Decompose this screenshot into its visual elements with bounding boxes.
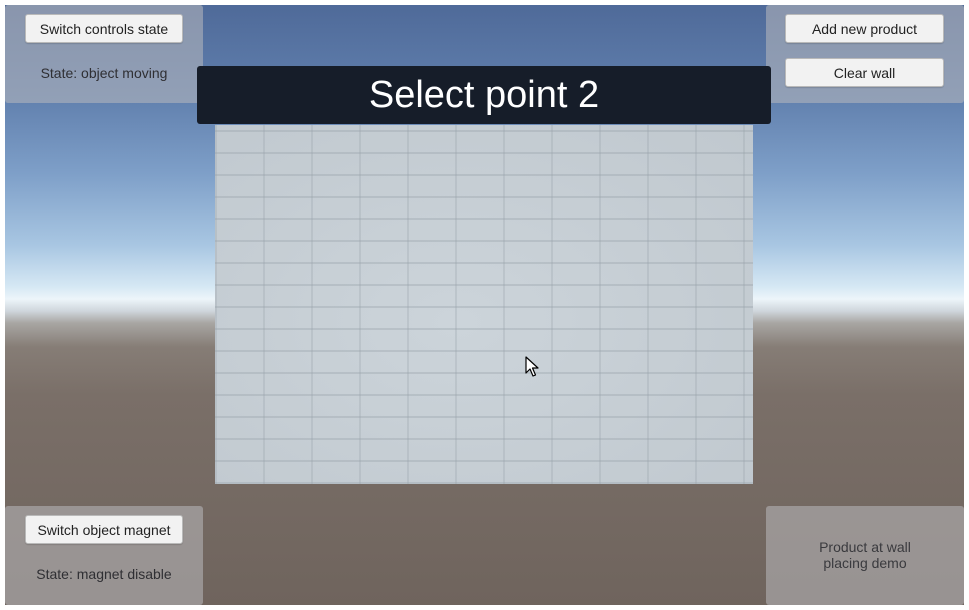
controls-panel: Switch controls state State: object movi… — [5, 5, 203, 103]
mouse-pointer-icon — [525, 356, 539, 377]
demo-caption-line2: placing demo — [823, 555, 907, 571]
banner-text: Select point 2 — [368, 73, 600, 116]
controls-state-label: State: object moving — [40, 65, 168, 81]
clear-wall-button[interactable]: Clear wall — [785, 58, 944, 87]
add-new-product-button[interactable]: Add new product — [785, 14, 944, 43]
demo-caption-panel: Product at wall placing demo — [766, 506, 964, 605]
scene-viewport[interactable]: Switch controls state State: object movi… — [5, 5, 964, 605]
demo-caption-line1: Product at wall — [819, 539, 911, 555]
instruction-banner: Select point 2 — [197, 66, 771, 124]
magnet-state-label: State: magnet disable — [36, 566, 172, 582]
wall-surface[interactable] — [215, 125, 753, 484]
magnet-panel: Switch object magnet State: magnet disab… — [5, 506, 203, 605]
switch-controls-state-button[interactable]: Switch controls state — [25, 14, 183, 43]
product-panel: Add new product Clear wall — [766, 5, 964, 103]
demo-caption: Product at wall placing demo — [766, 539, 964, 571]
switch-object-magnet-button[interactable]: Switch object magnet — [25, 515, 183, 544]
